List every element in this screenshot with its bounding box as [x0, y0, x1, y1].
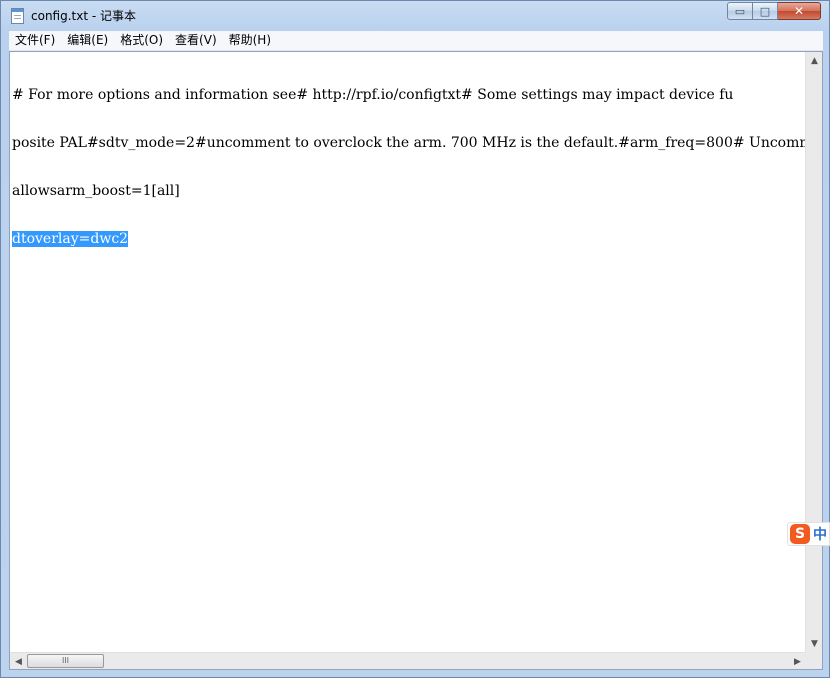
line-text: posite PAL#sdtv_mode=2#uncomment to over…: [12, 135, 806, 151]
caption-buttons: ▭ □ ✕: [727, 2, 821, 22]
menu-bar: 文件(F) 编辑(E) 格式(O) 查看(V) 帮助(H): [9, 31, 823, 51]
menu-edit[interactable]: 编辑(E): [61, 31, 114, 50]
notepad-icon[interactable]: [11, 8, 24, 24]
scroll-right-button[interactable]: ▶: [789, 653, 806, 670]
menu-format[interactable]: 格式(O): [114, 31, 169, 50]
text-line-4: dtoverlay=dwc2: [12, 231, 806, 247]
scrollbar-corner: [805, 652, 822, 669]
minimize-button[interactable]: ▭: [727, 2, 753, 20]
text-line-3: allowsarm_boost=1[all]: [12, 183, 806, 199]
scroll-down-button[interactable]: ▼: [806, 635, 823, 652]
menu-view[interactable]: 查看(V): [169, 31, 223, 50]
arrow-right-icon: ▶: [794, 656, 801, 667]
window-title: config.txt - 记事本: [31, 9, 137, 23]
horizontal-scroll-thumb[interactable]: III: [27, 654, 104, 668]
text-line-2: posite PAL#sdtv_mode=2#uncomment to over…: [12, 135, 806, 151]
close-button[interactable]: ✕: [778, 2, 821, 20]
maximize-icon: □: [759, 4, 771, 18]
minimize-icon: ▭: [734, 4, 746, 18]
ime-mode-indicator[interactable]: 中: [813, 524, 827, 544]
menu-help[interactable]: 帮助(H): [223, 31, 277, 50]
notepad-window: config.txt - 记事本 ▭ □ ✕ 文件(F) 编辑(E) 格式(O)…: [0, 0, 830, 678]
title-bar[interactable]: config.txt - 记事本 ▭ □ ✕: [1, 1, 829, 31]
vertical-scrollbar[interactable]: ▲ ▼: [805, 52, 822, 652]
line-text: # For more options and information see# …: [12, 87, 734, 103]
arrow-left-icon: ◀: [15, 656, 22, 667]
text-line-1: # For more options and information see# …: [12, 87, 806, 103]
close-icon: ✕: [793, 4, 805, 18]
arrow-up-icon: ▲: [811, 55, 818, 66]
arrow-down-icon: ▼: [811, 638, 818, 649]
selected-text: dtoverlay=dwc2: [12, 231, 129, 247]
sogou-logo-icon: S: [790, 524, 810, 544]
grip-icon: III: [61, 656, 70, 665]
scroll-left-button[interactable]: ◀: [10, 653, 27, 670]
ime-toolbar[interactable]: S 中: [787, 522, 830, 546]
line-text: allowsarm_boost=1[all]: [12, 183, 180, 199]
editor: # For more options and information see# …: [9, 51, 823, 670]
maximize-button[interactable]: □: [753, 2, 778, 20]
horizontal-scrollbar[interactable]: ◀ III ▶: [10, 652, 806, 669]
menu-file[interactable]: 文件(F): [9, 31, 61, 50]
scroll-up-button[interactable]: ▲: [806, 52, 823, 69]
text-area[interactable]: # For more options and information see# …: [10, 52, 806, 652]
